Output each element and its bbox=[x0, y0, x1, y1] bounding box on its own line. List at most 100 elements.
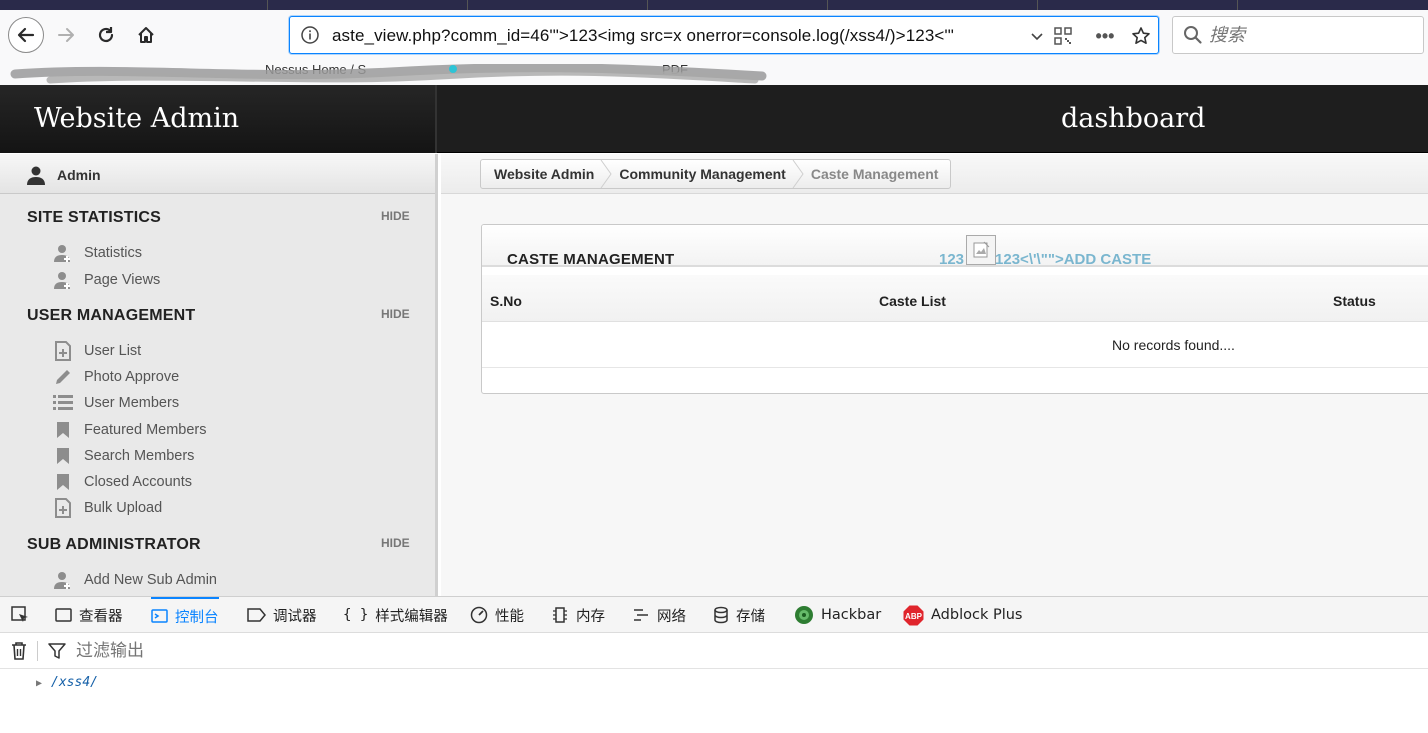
breadcrumb-item[interactable]: Community Management bbox=[606, 160, 804, 188]
reload-button[interactable] bbox=[88, 17, 124, 53]
hide-site-statistics-button[interactable]: HIDE bbox=[381, 209, 410, 223]
browser-tab[interactable] bbox=[1038, 0, 1238, 10]
sidebar-item-bulk-upload[interactable]: Bulk Upload bbox=[52, 497, 162, 519]
sidebar-item-label: Search Members bbox=[84, 448, 195, 464]
panel-header: CASTE MANAGEMENT 123 123<\'\"">ADD CASTE bbox=[482, 225, 1428, 268]
search-bar[interactable] bbox=[1172, 16, 1424, 54]
url-text[interactable]: aste_view.php?comm_id=46'">123<img src=x… bbox=[332, 26, 954, 46]
sidebar-item-label: Closed Accounts bbox=[84, 474, 193, 490]
caste-management-panel: CASTE MANAGEMENT 123 123<\'\"">ADD CASTE … bbox=[481, 224, 1428, 394]
sidebar-item-statistics[interactable]: Statistics bbox=[52, 242, 142, 264]
tab-label: Hackbar bbox=[821, 607, 882, 623]
reload-icon bbox=[98, 27, 114, 43]
element-picker-button[interactable] bbox=[10, 597, 30, 633]
breadcrumb-label: Website Admin bbox=[494, 166, 595, 182]
hide-user-management-button[interactable]: HIDE bbox=[381, 307, 410, 321]
breadcrumb-item: Caste Management bbox=[798, 160, 951, 188]
sidebar-item-closed-accounts[interactable]: Closed Accounts bbox=[52, 471, 192, 493]
browser-tab[interactable] bbox=[648, 0, 828, 10]
bookmark-icon bbox=[52, 472, 74, 492]
browser-tab[interactable] bbox=[828, 0, 1038, 10]
page-add-icon bbox=[52, 341, 74, 361]
console-icon bbox=[151, 608, 168, 624]
column-header[interactable]: S.No bbox=[490, 293, 522, 309]
tab-performance[interactable]: 性能 bbox=[470, 597, 524, 633]
braces-icon: { } bbox=[343, 607, 369, 623]
search-icon bbox=[1184, 26, 1202, 44]
home-icon bbox=[138, 27, 154, 43]
column-header[interactable]: Status bbox=[1333, 293, 1376, 309]
filter-icon bbox=[48, 643, 66, 659]
sidebar-item-user-list[interactable]: User List bbox=[52, 340, 141, 362]
console-log-entry[interactable]: ▶ /xss4/ bbox=[36, 675, 98, 690]
column-header[interactable]: Caste List bbox=[879, 293, 946, 309]
user-name[interactable]: Admin bbox=[57, 167, 101, 183]
url-bar[interactable]: aste_view.php?comm_id=46'">123<img src=x… bbox=[289, 16, 1159, 54]
site-title[interactable]: Website Admin bbox=[34, 103, 239, 134]
qr-code-icon[interactable] bbox=[1052, 25, 1074, 47]
hide-sub-administrator-button[interactable]: HIDE bbox=[381, 536, 410, 550]
chevron-down-icon[interactable] bbox=[1026, 25, 1048, 47]
tab-inspector[interactable]: 查看器 bbox=[55, 597, 123, 633]
panel-title: CASTE MANAGEMENT bbox=[507, 251, 675, 268]
forward-button[interactable] bbox=[48, 17, 84, 53]
breadcrumb-item[interactable]: Website Admin bbox=[481, 160, 612, 188]
browser-tab[interactable] bbox=[0, 0, 268, 10]
tab-adblock-plus[interactable]: ABP Adblock Plus bbox=[903, 597, 1022, 633]
user-add-icon bbox=[52, 570, 74, 590]
gauge-icon bbox=[470, 606, 488, 624]
arrow-left-icon bbox=[17, 27, 35, 43]
search-input[interactable] bbox=[1209, 23, 1409, 47]
add-link-prefix: 123 bbox=[939, 251, 965, 268]
tab-storage[interactable]: 存储 bbox=[713, 597, 765, 633]
sidebar-item-page-views[interactable]: Page Views bbox=[52, 269, 160, 291]
table-row: No records found.... bbox=[482, 323, 1428, 368]
redaction-scribble bbox=[10, 64, 767, 84]
bookmark-icon bbox=[52, 446, 74, 466]
tab-debugger[interactable]: 调试器 bbox=[247, 597, 317, 633]
console-log-text: /xss4/ bbox=[51, 675, 98, 690]
tab-label: 网络 bbox=[657, 608, 686, 625]
tab-network[interactable]: 网络 bbox=[632, 597, 686, 633]
hackbar-icon bbox=[794, 605, 814, 625]
bookmark-icon bbox=[52, 420, 74, 440]
home-button[interactable] bbox=[128, 17, 164, 53]
breadcrumb: Website Admin Community Management Caste… bbox=[480, 159, 952, 189]
debugger-icon bbox=[247, 608, 266, 622]
tab-console[interactable]: 控制台 bbox=[151, 597, 219, 633]
console-filter-bar bbox=[0, 633, 1428, 669]
sidebar-item-label: User List bbox=[84, 343, 142, 359]
browser-tab[interactable] bbox=[268, 0, 468, 10]
sidebar-item-user-members[interactable]: User Members bbox=[52, 392, 179, 414]
console-filter-input[interactable] bbox=[76, 638, 476, 664]
sidebar: Admin SITE STATISTICS HIDE Statistics Pa… bbox=[0, 154, 438, 596]
star-icon[interactable] bbox=[1130, 25, 1152, 47]
back-button[interactable] bbox=[8, 17, 44, 53]
site-header: Website Admin dashboard bbox=[0, 85, 1428, 153]
sidebar-item-add-new-sub-admin[interactable]: Add New Sub Admin bbox=[52, 569, 217, 591]
info-icon[interactable] bbox=[300, 25, 320, 45]
inspector-icon bbox=[55, 607, 72, 623]
section-sub-administrator: SUB ADMINISTRATOR bbox=[27, 536, 201, 553]
main-content: Website Admin Community Management Caste… bbox=[441, 154, 1428, 596]
user-add-icon bbox=[52, 270, 74, 290]
more-actions-icon[interactable]: ••• bbox=[1094, 25, 1116, 47]
sidebar-item-search-members[interactable]: Search Members bbox=[52, 445, 194, 467]
toolbar-divider bbox=[37, 641, 38, 661]
trash-icon[interactable] bbox=[10, 641, 28, 661]
sidebar-item-photo-approve[interactable]: Photo Approve bbox=[52, 366, 179, 388]
table-header: S.No Caste List Status bbox=[482, 275, 1428, 322]
sidebar-item-label: Statistics bbox=[84, 245, 143, 261]
tab-label: 样式编辑器 bbox=[375, 608, 448, 625]
breadcrumb-label: Caste Management bbox=[810, 166, 939, 182]
tab-style-editor[interactable]: { } 样式编辑器 bbox=[343, 597, 448, 633]
sidebar-item-label: Bulk Upload bbox=[84, 500, 163, 516]
tab-memory[interactable]: 内存 bbox=[551, 597, 605, 633]
tab-hackbar[interactable]: Hackbar bbox=[794, 597, 881, 633]
expand-arrow-icon[interactable]: ▶ bbox=[36, 678, 42, 689]
browser-tab[interactable] bbox=[468, 0, 648, 10]
database-icon bbox=[713, 606, 729, 624]
broken-image-icon bbox=[966, 235, 996, 265]
page-add-icon bbox=[52, 498, 74, 518]
sidebar-item-featured-members[interactable]: Featured Members bbox=[52, 419, 207, 441]
